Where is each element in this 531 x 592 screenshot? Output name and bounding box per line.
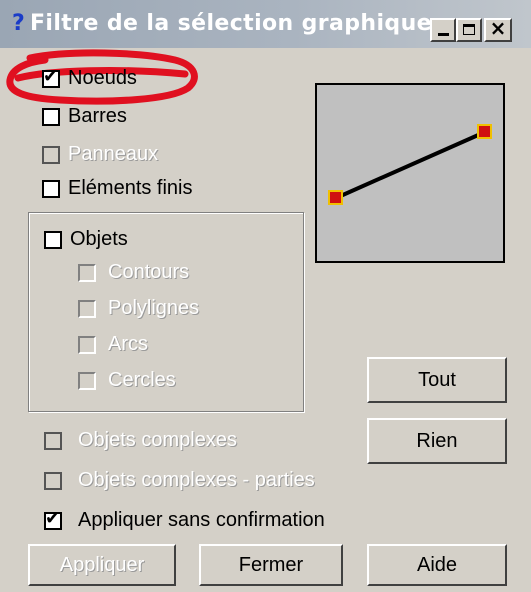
tout-label: Tout xyxy=(418,369,456,391)
cercles-label: Cercles xyxy=(108,369,176,391)
node-icon xyxy=(328,190,343,205)
noeuds-checkbox[interactable]: ✔ xyxy=(42,66,60,88)
maximize-icon xyxy=(463,24,475,35)
preview-pane xyxy=(315,83,505,263)
check-mark-icon: ✔ xyxy=(45,508,61,529)
objets-checkbox[interactable] xyxy=(44,231,62,249)
polylignes-label: Polylignes xyxy=(108,297,200,319)
node-icon xyxy=(477,124,492,139)
contours-label: Contours xyxy=(108,261,190,283)
panneaux-label: Panneaux xyxy=(68,143,159,165)
panneaux-checkbox[interactable] xyxy=(42,146,60,164)
window-title: Filtre de la sélection graphique xyxy=(30,11,432,36)
barres-checkbox[interactable] xyxy=(42,108,60,126)
arcs-label: Arcs xyxy=(108,333,148,355)
bar-line xyxy=(335,130,486,200)
filter-dialog: ? Filtre de la sélection graphique × ✔ N… xyxy=(0,0,531,592)
contours-checkbox[interactable] xyxy=(78,264,96,282)
tout-button[interactable]: Tout xyxy=(367,357,507,403)
appliquer-sans-confirmation-checkbox[interactable]: ✔ xyxy=(44,508,62,530)
noeuds-label: Noeuds xyxy=(68,67,137,89)
appliquer-label: Appliquer xyxy=(59,554,145,576)
cercles-checkbox[interactable] xyxy=(78,372,96,390)
objets-complexes-parties-checkbox[interactable] xyxy=(44,472,62,490)
maximize-button[interactable] xyxy=(456,18,482,42)
objets-complexes-label: Objets complexes xyxy=(78,429,237,451)
fermer-label: Fermer xyxy=(238,554,304,576)
check-mark-icon: ✔ xyxy=(43,66,59,87)
objets-complexes-parties-label: Objets complexes - parties xyxy=(78,469,315,491)
barres-label: Barres xyxy=(68,105,127,127)
minimize-icon xyxy=(438,33,449,36)
appliquer-sans-confirmation-label: Appliquer sans confirmation xyxy=(78,509,325,531)
close-button[interactable]: × xyxy=(484,16,512,42)
close-icon: × xyxy=(489,16,507,40)
fermer-button[interactable]: Fermer xyxy=(199,544,343,586)
elements-finis-label: Eléments finis xyxy=(68,177,193,199)
rien-button[interactable]: Rien xyxy=(367,418,507,464)
minimize-button[interactable] xyxy=(430,18,456,42)
title-bar[interactable]: ? Filtre de la sélection graphique × xyxy=(0,0,531,48)
help-question-icon[interactable]: ? xyxy=(12,11,25,36)
elements-finis-checkbox[interactable] xyxy=(42,180,60,198)
arcs-checkbox[interactable] xyxy=(78,336,96,354)
objets-complexes-checkbox[interactable] xyxy=(44,432,62,450)
polylignes-checkbox[interactable] xyxy=(78,300,96,318)
objets-label: Objets xyxy=(70,228,128,250)
aide-button[interactable]: Aide xyxy=(367,544,507,586)
element-preview-drawing xyxy=(328,124,492,205)
appliquer-button[interactable]: Appliquer xyxy=(28,544,176,586)
aide-label: Aide xyxy=(416,554,458,576)
rien-label: Rien xyxy=(416,430,458,452)
